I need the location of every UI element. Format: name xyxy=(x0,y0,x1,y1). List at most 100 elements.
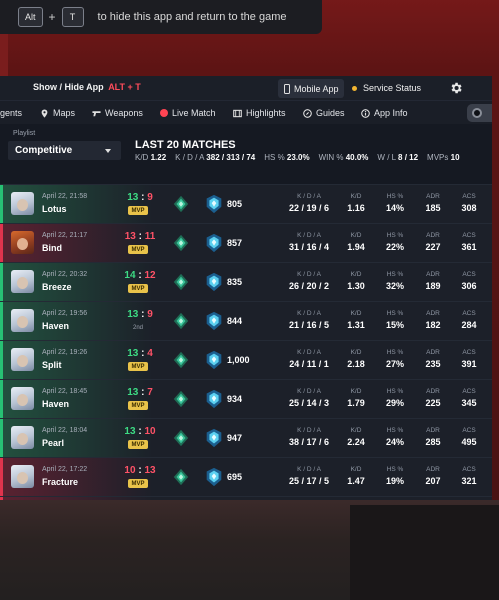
stat-adr: ADR 207 xyxy=(425,466,441,486)
playlist-label: Playlist xyxy=(13,130,36,137)
gear-icon[interactable] xyxy=(449,81,463,95)
nav-weapons[interactable]: Weapons xyxy=(92,108,143,118)
nav-maps[interactable]: Maps xyxy=(40,108,75,118)
match-map: Haven xyxy=(42,321,70,331)
stat-kda: K / D / A 31 / 16 / 4 xyxy=(288,232,330,252)
mvp-badge: MVP xyxy=(128,245,148,254)
stat-kd: K/D 1.16 xyxy=(347,193,365,213)
stat-adr: ADR 185 xyxy=(425,193,441,213)
match-map: Fracture xyxy=(42,477,79,487)
match-score: 14 : 12 xyxy=(118,270,162,281)
diamond-rank-icon xyxy=(173,273,189,291)
nav-agents[interactable]: gents xyxy=(0,108,22,118)
score-team: 13 xyxy=(127,309,139,320)
summary-kd: K/D 1.22 xyxy=(135,153,167,162)
summary-kda: K / D / A 382 / 313 / 74 xyxy=(175,153,256,162)
mobile-app-button[interactable]: Mobile App xyxy=(278,79,344,98)
stat-kd: K/D 1.30 xyxy=(347,271,365,291)
mobile-app-label: Mobile App xyxy=(294,83,339,94)
diamond-rank-icon xyxy=(173,429,189,447)
compass-icon xyxy=(303,108,312,118)
score-team: 14 xyxy=(124,270,136,281)
stat-adr: ADR 227 xyxy=(425,232,441,252)
nav-live-match[interactable]: Live Match xyxy=(160,108,216,118)
score-team: 13 xyxy=(127,348,139,359)
match-map: Haven xyxy=(42,399,70,409)
stat-hs: HS % 29% xyxy=(385,388,404,408)
stat-acs: ACS 308 xyxy=(461,193,477,213)
service-status-button[interactable]: Service Status xyxy=(352,83,421,93)
summary-wl: W / L 8 / 12 xyxy=(377,153,419,162)
score-separator: : xyxy=(138,192,148,203)
diamond-rank-icon xyxy=(173,195,189,213)
stat-adr: ADR 235 xyxy=(425,349,441,369)
match-score: 10 : 13 xyxy=(118,465,162,476)
show-hide-keys: ALT + T xyxy=(108,82,141,92)
match-date: April 22, 17:22 xyxy=(42,466,88,473)
match-row-8[interactable]: April 22, 17:22 Fracture 10 : 13 MVP 695… xyxy=(0,457,492,496)
stat-acs: ACS 345 xyxy=(461,388,477,408)
stat-acs: ACS 306 xyxy=(461,271,477,291)
agent-avatar xyxy=(11,387,34,410)
app-topbar: Show / Hide App ALT + T Mobile App Servi… xyxy=(0,76,492,100)
score-enemy: 9 xyxy=(147,192,153,203)
mvp-badge: 2nd xyxy=(132,324,143,331)
nav-highlights[interactable]: Highlights xyxy=(233,108,286,118)
score-enemy: 4 xyxy=(147,348,153,359)
score-team: 13 xyxy=(124,426,136,437)
profile-button[interactable] xyxy=(467,104,492,122)
playlist-value: Competitive xyxy=(15,145,73,156)
match-date: April 22, 20:32 xyxy=(42,271,88,278)
gun-icon xyxy=(92,110,101,116)
rr-emblem-icon xyxy=(206,233,222,253)
nav-guides[interactable]: Guides xyxy=(303,108,345,118)
map-pin-icon xyxy=(41,108,48,118)
main-nav: gents Maps Weapons Live Match Highlights… xyxy=(0,100,492,124)
profile-coin-icon xyxy=(472,108,482,118)
stat-adr: ADR 225 xyxy=(425,388,441,408)
mvp-badge: MVP xyxy=(128,284,148,293)
match-row-1[interactable]: April 22, 21:58 Lotus 13 : 9 MVP 805 K /… xyxy=(0,184,492,223)
stat-kd: K/D 2.24 xyxy=(347,427,365,447)
match-score: 13 : 11 xyxy=(118,231,162,242)
mvp-badge: MVP xyxy=(128,362,148,371)
match-score: 13 : 7 xyxy=(118,387,162,398)
score-team: 13 xyxy=(127,387,139,398)
summary-win: WIN % 40.0% xyxy=(318,153,369,162)
result-stripe xyxy=(0,419,3,457)
mvp-badge: MVP xyxy=(128,401,148,410)
match-row-4[interactable]: April 22, 19:56 Haven 13 : 9 2nd 844 K /… xyxy=(0,301,492,340)
mvp-badge: MVP xyxy=(128,479,148,488)
score-enemy: 11 xyxy=(144,231,156,242)
rr-emblem-icon xyxy=(206,350,222,370)
stat-adr: ADR 285 xyxy=(425,427,441,447)
match-row-7[interactable]: April 22, 18:04 Pearl 13 : 10 MVP 947 K … xyxy=(0,418,492,457)
stat-kda: K / D / A 25 / 14 / 3 xyxy=(288,388,330,408)
playlist-select[interactable]: Competitive xyxy=(8,141,121,160)
nav-app-info[interactable]: App Info xyxy=(361,108,408,118)
match-map: Bind xyxy=(42,243,62,253)
match-row-9[interactable]: April 22, 16:46 11 : 13 811 K / D / A K/… xyxy=(0,496,492,500)
result-stripe xyxy=(0,497,3,500)
agent-avatar xyxy=(11,309,34,332)
stat-acs: ACS 495 xyxy=(461,427,477,447)
rank-rating: 857 xyxy=(227,238,243,248)
match-row-3[interactable]: April 22, 20:32 Breeze 14 : 12 MVP 835 K… xyxy=(0,262,492,301)
stat-hs: HS % 14% xyxy=(385,193,404,213)
status-dot-icon xyxy=(352,85,357,91)
rr-emblem-icon xyxy=(206,272,222,292)
result-stripe xyxy=(0,263,3,301)
agent-avatar xyxy=(11,192,34,215)
rr-emblem-icon xyxy=(206,194,222,214)
stat-kda: K / D / A 38 / 17 / 6 xyxy=(288,427,330,447)
match-map: Pearl xyxy=(42,438,65,448)
match-row-2[interactable]: April 22, 21:17 Bind 13 : 11 MVP 857 K /… xyxy=(0,223,492,262)
score-enemy: 13 xyxy=(144,465,156,476)
score-team: 13 xyxy=(124,231,136,242)
match-score: 13 : 9 xyxy=(118,309,162,320)
rank-rating: 844 xyxy=(227,316,243,326)
match-list: April 22, 21:58 Lotus 13 : 9 MVP 805 K /… xyxy=(0,184,492,500)
match-row-5[interactable]: April 22, 19:26 Split 13 : 4 MVP 1,000 K… xyxy=(0,340,492,379)
score-enemy: 9 xyxy=(147,309,153,320)
match-row-6[interactable]: April 22, 18:45 Haven 13 : 7 MVP 934 K /… xyxy=(0,379,492,418)
